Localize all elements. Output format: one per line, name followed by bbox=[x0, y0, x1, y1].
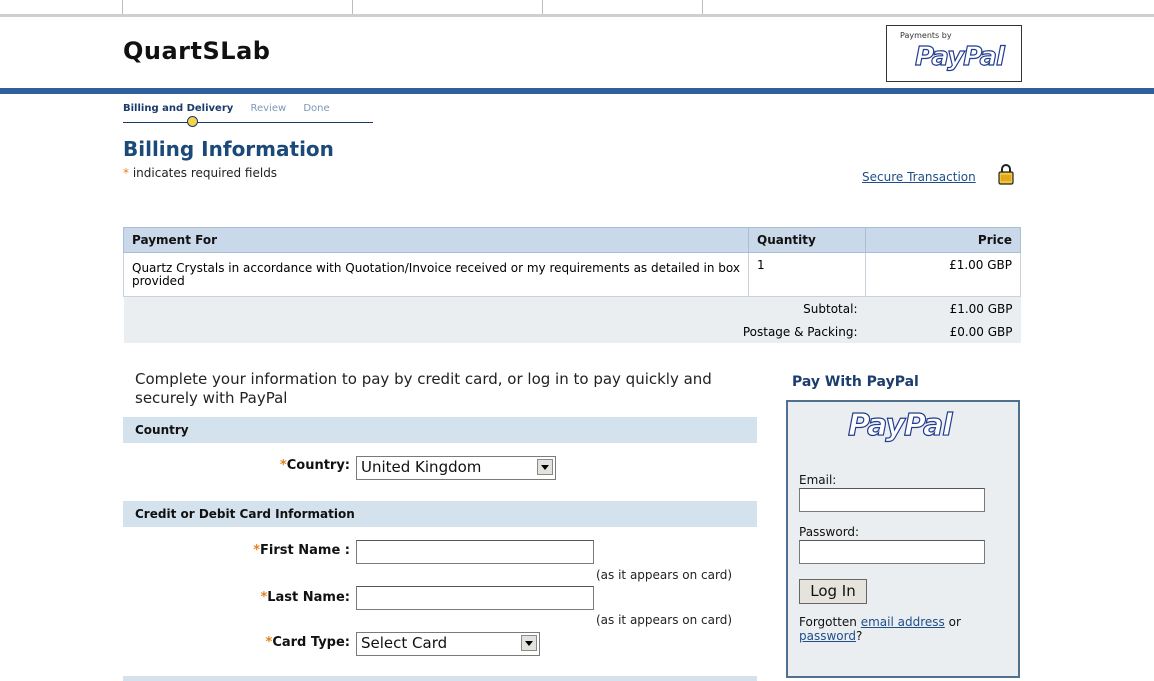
last-name-hint: (as it appears on card) bbox=[596, 613, 733, 627]
required-fields-note: * indicates required fields bbox=[123, 166, 277, 180]
forgotten-credentials-text: Forgotten email address or password? bbox=[799, 615, 999, 643]
paypal-logo: PayPal bbox=[847, 407, 953, 443]
forgot-password-link[interactable]: password bbox=[799, 629, 856, 643]
col-header-payment-for: Payment For bbox=[123, 227, 749, 253]
forgot-email-link[interactable]: email address bbox=[861, 615, 945, 629]
country-select[interactable]: United Kingdom bbox=[356, 456, 556, 480]
strip-segment bbox=[122, 0, 353, 14]
postage-label: Postage & Packing: bbox=[123, 320, 866, 343]
strip-segment bbox=[542, 0, 703, 14]
required-star: * bbox=[279, 458, 287, 473]
next-section-header bbox=[123, 676, 757, 681]
required-star: * bbox=[123, 166, 129, 180]
step-review: Review bbox=[250, 103, 287, 114]
order-summary-table: Payment For Quantity Price Quartz Crysta… bbox=[123, 227, 1021, 343]
col-header-price: Price bbox=[865, 227, 1021, 253]
first-name-hint: (as it appears on card) bbox=[596, 568, 733, 582]
login-button[interactable]: Log In bbox=[799, 579, 867, 604]
col-header-quantity: Quantity bbox=[748, 227, 866, 253]
country-select-value: United Kingdom bbox=[361, 458, 482, 476]
postage-value: £0.00 GBP bbox=[865, 320, 1021, 343]
postage-row: Postage & Packing: £0.00 GBP bbox=[123, 320, 1021, 343]
required-star: * bbox=[253, 543, 261, 558]
chevron-down-icon[interactable] bbox=[537, 459, 553, 475]
card-section-header: Credit or Debit Card Information bbox=[123, 501, 757, 527]
table-header-row: Payment For Quantity Price bbox=[123, 227, 1021, 253]
chevron-down-icon[interactable] bbox=[521, 635, 537, 651]
password-label: Password: bbox=[799, 525, 860, 539]
country-label: *Country: bbox=[250, 458, 350, 473]
email-label: Email: bbox=[799, 473, 837, 487]
pay-with-paypal-title: Pay With PayPal bbox=[792, 374, 919, 390]
forgot-prefix: Forgotten bbox=[799, 615, 857, 629]
card-type-label-text: Card Type: bbox=[272, 635, 350, 650]
strip-segment bbox=[352, 0, 543, 14]
progress-line bbox=[123, 122, 373, 123]
progress-steps: Billing and Delivery Review Done bbox=[123, 103, 344, 114]
password-field[interactable] bbox=[799, 540, 985, 564]
paypal-logo: PayPal bbox=[914, 41, 1005, 72]
step-billing-delivery: Billing and Delivery bbox=[123, 103, 234, 114]
subtotal-value: £1.00 GBP bbox=[865, 296, 1021, 320]
first-name-label: *First Name : bbox=[200, 543, 350, 558]
card-type-select-value: Select Card bbox=[361, 634, 448, 652]
subtotal-label: Subtotal: bbox=[123, 296, 866, 320]
merchant-name: QuartSLab bbox=[123, 37, 271, 65]
strip-segment bbox=[0, 0, 123, 14]
paypal-badge: Payments by PayPal bbox=[886, 25, 1022, 82]
required-note-text: indicates required fields bbox=[132, 166, 278, 180]
last-name-label: *Last Name: bbox=[200, 590, 350, 605]
email-field[interactable] bbox=[799, 488, 985, 512]
browser-top-strip bbox=[0, 0, 1154, 17]
country-label-text: Country: bbox=[286, 458, 350, 473]
country-section-header: Country bbox=[123, 417, 757, 443]
info-text: Complete your information to pay by cred… bbox=[135, 370, 712, 407]
lock-icon bbox=[998, 164, 1014, 185]
item-quantity: 1 bbox=[748, 252, 866, 297]
page-title: Billing Information bbox=[123, 137, 334, 161]
last-name-label-text: Last Name: bbox=[267, 590, 350, 605]
first-name-label-text: First Name : bbox=[260, 543, 350, 558]
forgot-or: or bbox=[948, 615, 961, 629]
header-bar bbox=[0, 88, 1154, 94]
paypal-badge-caption: Payments by bbox=[900, 31, 952, 40]
progress-indicator-dot bbox=[187, 116, 198, 127]
secure-transaction-link[interactable]: Secure Transaction bbox=[862, 170, 976, 184]
item-description: Quartz Crystals in accordance with Quota… bbox=[123, 252, 749, 297]
card-type-label: *Card Type: bbox=[200, 635, 351, 650]
table-row: Quartz Crystals in accordance with Quota… bbox=[123, 252, 1021, 297]
subtotal-row: Subtotal: £1.00 GBP bbox=[123, 296, 1021, 320]
first-name-input[interactable] bbox=[356, 540, 594, 564]
last-name-input[interactable] bbox=[356, 586, 594, 610]
step-done: Done bbox=[303, 103, 330, 114]
card-type-select[interactable]: Select Card bbox=[356, 632, 540, 656]
forgot-suffix: ? bbox=[855, 629, 863, 643]
item-price: £1.00 GBP bbox=[865, 252, 1021, 297]
